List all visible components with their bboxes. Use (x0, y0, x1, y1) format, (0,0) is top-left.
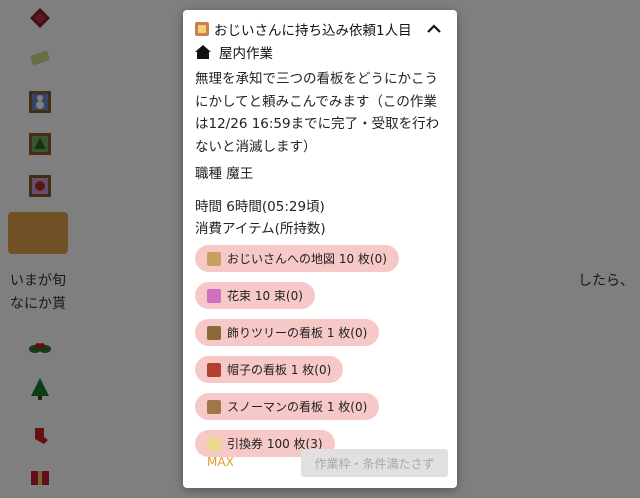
request-icon (195, 22, 209, 36)
collapse-button[interactable] (423, 18, 445, 40)
hat-sign-icon (207, 362, 221, 377)
item-chip[interactable]: 飾りツリーの看板 1 枚(0) (195, 319, 380, 346)
item-chip[interactable]: おじいさんへの地図 10 枚(0) (195, 245, 399, 272)
max-button[interactable]: MAX (207, 455, 234, 469)
dialog-title: おじいさんに持ち込み依頼1人目 (214, 23, 412, 39)
job-requirement: 職種 魔王 (195, 166, 254, 182)
item-chip[interactable]: スノーマンの看板 1 枚(0) (195, 393, 380, 420)
consumed-items-heading: 消費アイテム(所持数) (195, 221, 326, 237)
request-description: 無理を承知で三つの看板をどうにかこうにかしてと頼みこんでみます（この作業は12/… (195, 71, 440, 155)
map-icon (207, 251, 221, 266)
chevron-up-icon (427, 24, 441, 33)
dialog-header: おじいさんに持ち込み依頼1人目 (195, 18, 445, 40)
item-chip-label: 飾りツリーの看板 1 枚(0) (227, 326, 368, 340)
submit-button[interactable]: 作業枠・条件満たさず (301, 449, 448, 477)
work-time: 時間 6時間(05:29頃) (195, 199, 325, 215)
item-chip-label: おじいさんへの地図 10 枚(0) (227, 252, 387, 266)
bouquet-icon (207, 288, 221, 303)
item-chip-label: 花束 10 束(0) (227, 289, 303, 303)
work-type: 屋内作業 (195, 41, 273, 63)
work-type-label: 屋内作業 (219, 46, 273, 62)
tree-sign-icon (207, 325, 221, 340)
ticket-icon (207, 436, 221, 451)
item-chip[interactable]: 花束 10 束(0) (195, 282, 315, 309)
request-detail-dialog: おじいさんに持ち込み依頼1人目 屋内作業 無理を承知で三つの看板をどうにかこうに… (183, 10, 457, 488)
consumed-items-list: おじいさんへの地図 10 枚(0) 花束 10 束(0) 飾りツリーの看板 1 … (195, 245, 445, 467)
house-icon (195, 45, 211, 59)
snowman-sign-icon (207, 399, 221, 414)
item-chip[interactable]: 帽子の看板 1 枚(0) (195, 356, 344, 383)
item-chip-label: 帽子の看板 1 枚(0) (227, 363, 332, 377)
item-chip-label: スノーマンの看板 1 枚(0) (227, 400, 368, 414)
